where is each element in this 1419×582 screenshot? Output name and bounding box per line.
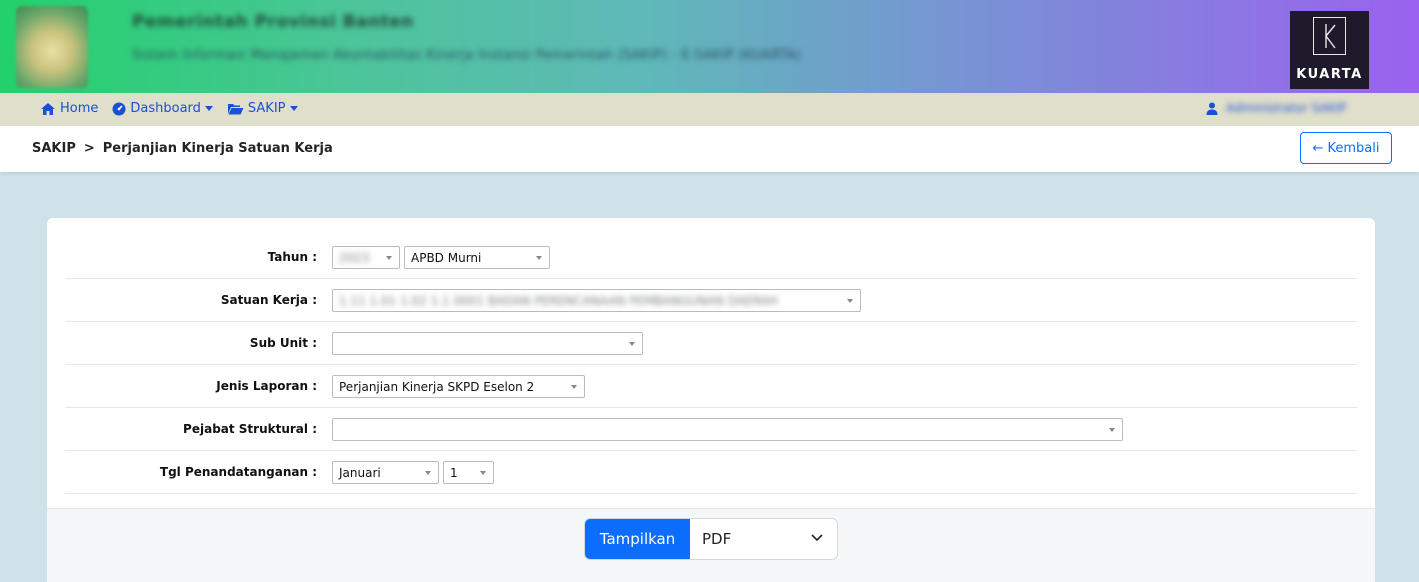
jenis-laporan-value: Perjanjian Kinerja SKPD Eselon 2 <box>339 379 535 394</box>
dropdown-arrow-icon <box>571 385 577 389</box>
show-button[interactable]: Tampilkan <box>585 519 690 559</box>
tgl-penandatanganan-label: Tgl Penandatanganan : <box>159 465 317 479</box>
government-title: Pemerintah Provinsi Banten <box>132 12 414 32</box>
kuarta-text: KUARTA <box>1296 67 1363 82</box>
budget-type-select[interactable]: APBD Murni <box>404 246 550 269</box>
breadcrumb-current: Perjanjian Kinerja Satuan Kerja <box>102 141 333 156</box>
row-satuan-kerja: Satuan Kerja : 1.11 1.01 1.02 1.1 0001 B… <box>65 279 1357 322</box>
chevron-down-icon <box>204 106 213 111</box>
row-tahun: Tahun : 2023 APBD Murni <box>65 236 1357 279</box>
nav-sakip-label: SAKIP <box>247 101 286 116</box>
jenis-laporan-label: Jenis Laporan : <box>216 379 317 393</box>
kuarta-k-mark <box>1313 17 1346 55</box>
folder-open-icon <box>227 104 244 115</box>
row-jenis-laporan: Jenis Laporan : Perjanjian Kinerja SKPD … <box>65 365 1357 408</box>
user-icon <box>1206 102 1218 115</box>
breadcrumb-root[interactable]: SAKIP <box>32 141 76 156</box>
nav-home-label: Home <box>60 101 99 116</box>
navbar: Home Dashboard SAKIP Administrator SAKIP <box>0 93 1419 126</box>
government-logo <box>16 6 88 88</box>
format-select[interactable]: PDF <box>690 519 837 559</box>
format-value: PDF <box>702 530 732 548</box>
dropdown-arrow-icon <box>480 471 486 475</box>
kuarta-logo: KUARTA <box>1290 11 1369 89</box>
breadcrumb-bar: SAKIP > Perjanjian Kinerja Satuan Kerja ← … <box>0 126 1419 172</box>
submit-button-group: Tampilkan PDF <box>584 518 838 560</box>
dropdown-arrow-icon <box>386 256 392 260</box>
chevron-down-icon <box>811 534 823 542</box>
user-name: Administrator SAKIP <box>1226 101 1347 115</box>
dashboard-gauge-icon <box>112 102 126 115</box>
breadcrumb: SAKIP > Perjanjian Kinerja Satuan Kerja <box>32 141 333 156</box>
dropdown-arrow-icon <box>425 471 431 475</box>
row-tgl-penandatanganan: Tgl Penandatanganan : Januari 1 <box>65 451 1357 494</box>
sub-unit-label: Sub Unit : <box>249 336 317 350</box>
dropdown-arrow-icon <box>1109 428 1115 432</box>
nav-dashboard[interactable]: Dashboard <box>112 101 213 116</box>
filter-card: Tahun : 2023 APBD Murni Satuan Kerja : 1… <box>47 218 1375 582</box>
dropdown-arrow-icon <box>536 256 542 260</box>
dropdown-arrow-icon <box>847 299 853 303</box>
budget-type-value: APBD Murni <box>411 250 482 265</box>
card-footer: Tampilkan PDF <box>47 508 1375 582</box>
satuan-kerja-value: 1.11 1.01 1.02 1.1 0001 BADAN PERENCANAA… <box>339 293 778 308</box>
satuan-kerja-select[interactable]: 1.11 1.01 1.02 1.1 0001 BADAN PERENCANAA… <box>332 289 861 312</box>
dropdown-arrow-icon <box>629 342 635 346</box>
chevron-down-icon <box>289 106 298 111</box>
app-subtitle: Sistem Informasi Manajemen Akuntabilitas… <box>132 48 802 63</box>
nav-sakip[interactable]: SAKIP <box>227 101 298 116</box>
row-pejabat-struktural: Pejabat Struktural : <box>65 408 1357 451</box>
back-button[interactable]: ← Kembali <box>1300 132 1392 164</box>
row-sub-unit: Sub Unit : <box>65 322 1357 365</box>
satuan-kerja-label: Satuan Kerja : <box>220 293 317 307</box>
year-value: 2023 <box>339 250 370 265</box>
user-menu[interactable]: Administrator SAKIP <box>1206 101 1346 115</box>
pejabat-struktural-select[interactable] <box>332 418 1123 441</box>
pejabat-struktural-label: Pejabat Struktural : <box>183 422 317 436</box>
jenis-laporan-select[interactable]: Perjanjian Kinerja SKPD Eselon 2 <box>332 375 585 398</box>
month-value: Januari <box>339 465 381 480</box>
header-banner: Pemerintah Provinsi Banten Sistem Inform… <box>0 0 1419 93</box>
breadcrumb-separator: > <box>83 141 95 156</box>
nav-dashboard-label: Dashboard <box>130 101 201 116</box>
day-select[interactable]: 1 <box>443 461 494 484</box>
nav-home[interactable]: Home <box>40 101 98 116</box>
month-select[interactable]: Januari <box>332 461 439 484</box>
home-icon <box>41 102 55 115</box>
year-select[interactable]: 2023 <box>332 246 400 269</box>
sub-unit-select[interactable] <box>332 332 643 355</box>
day-value: 1 <box>450 465 458 480</box>
tahun-label: Tahun : <box>267 250 317 264</box>
